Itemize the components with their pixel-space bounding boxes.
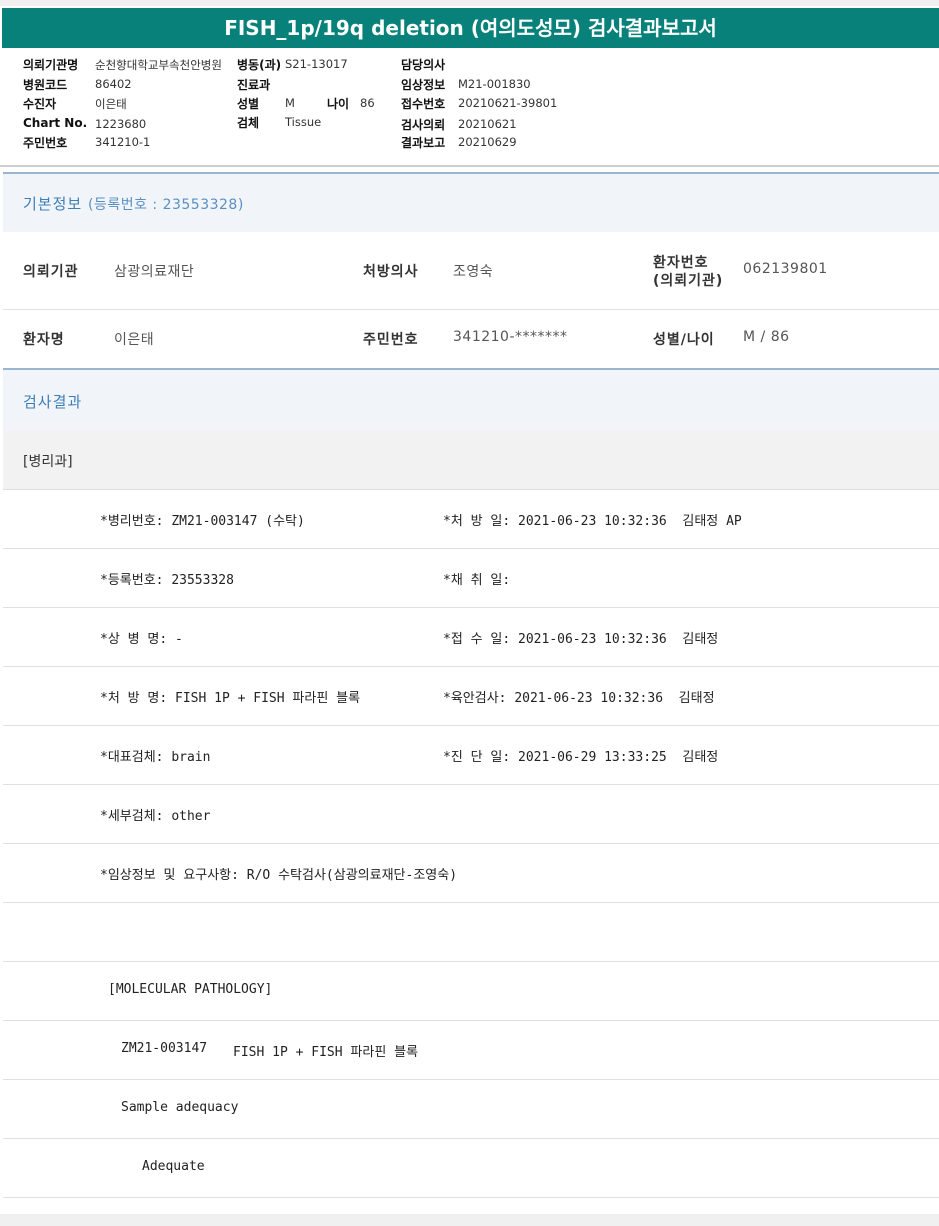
patient-name-value: 이은태 xyxy=(114,332,155,348)
ward-value: S21-13017 xyxy=(285,57,348,71)
header-value: 1223680 xyxy=(95,117,147,131)
basic-info-title: 기본정보 xyxy=(23,195,83,213)
header-label: 주민번호 xyxy=(23,136,68,150)
ward-label: 병동(과) xyxy=(237,58,282,72)
header-label: 검사의뢰 xyxy=(401,118,446,132)
result-right: *육안검사: 2021-06-23 10:32:36 김태정 xyxy=(443,691,715,706)
result-right: *채 취 일: xyxy=(443,573,511,588)
result-row: *임상정보 및 요구사항: R/O 수탁검사(삼광의료재단-조영숙) xyxy=(3,844,939,903)
molecular-pathology-row: [MOLECULAR PATHOLOGY] xyxy=(3,962,939,1021)
referral-institution-label: 의뢰기관 xyxy=(23,264,79,280)
resident-number-label: 주민번호 xyxy=(363,332,419,348)
header-value: 20210621-39801 xyxy=(458,96,558,110)
basic-info-row-1: 의뢰기관 삼광의료재단 처방의사 조영숙 환자번호 (의뢰기관) 0621398… xyxy=(3,232,939,310)
blank-row xyxy=(3,903,939,962)
sample-adequacy-value: Adequate xyxy=(142,1159,205,1174)
result-row: *등록번호: 23553328 *채 취 일: xyxy=(3,549,939,608)
bottom-strip xyxy=(0,1214,939,1226)
sex-age-value: M / 86 xyxy=(743,329,790,345)
sex-label: 성별 xyxy=(237,97,260,111)
molecular-test-id: ZM21-003147 xyxy=(121,1041,208,1056)
result-row: *대표검체: brain *진 단 일: 2021-06-29 13:33:25… xyxy=(3,726,939,785)
header-value: 이은태 xyxy=(95,97,127,111)
sample-adequacy-label: Sample adequacy xyxy=(121,1100,239,1115)
basic-info-header: 기본정보 (등록번호 : 23553328) xyxy=(3,172,939,232)
basic-info-row-2: 환자명 이은태 주민번호 341210-******* 성별/나이 M / 86 xyxy=(3,310,939,367)
result-header: 검사결과 xyxy=(3,368,939,432)
specimen-label: 검체 xyxy=(237,116,260,130)
header-label: 임상정보 xyxy=(401,78,446,92)
header-label: 의뢰기관명 xyxy=(23,58,79,72)
result-row: *병리번호: ZM21-003147 (수탁) *처 방 일: 2021-06-… xyxy=(3,490,939,549)
patient-name-label: 환자명 xyxy=(23,332,65,348)
result-left: *대표검체: brain xyxy=(100,750,211,765)
result-left: *임상정보 및 요구사항: R/O 수탁검사(삼광의료재단-조영숙) xyxy=(100,868,458,883)
result-right: *접 수 일: 2021-06-23 10:32:36 김태정 xyxy=(443,632,719,647)
sex-value: M xyxy=(285,96,295,110)
sample-adequacy-row: Sample adequacy xyxy=(3,1080,939,1139)
result-right: *진 단 일: 2021-06-29 13:33:25 김태정 xyxy=(443,750,719,765)
adequacy-value-row: Adequate xyxy=(3,1139,939,1198)
header-label: 병원코드 xyxy=(23,78,68,92)
header-value: 20210629 xyxy=(458,135,517,149)
header-value: 20210621 xyxy=(458,117,517,131)
patient-number-label: 환자번호 xyxy=(653,255,709,271)
report-header: 의뢰기관명 순천향대학교부속천안병원 병원코드 86402 수진자 이은태 Ch… xyxy=(0,50,939,167)
result-title: 검사결과 xyxy=(23,393,83,411)
resident-number-value: 341210-******* xyxy=(453,329,568,345)
result-left: *세부검체: other xyxy=(100,809,211,824)
header-value: M21-001830 xyxy=(458,77,531,91)
top-strip xyxy=(0,0,939,6)
prescriber-value: 조영숙 xyxy=(453,264,494,280)
registration-number: (등록번호 : 23553328) xyxy=(87,197,244,213)
molecular-test-row: ZM21-003147 FISH 1P + FISH 파라핀 블록 xyxy=(3,1021,939,1080)
header-value: 순천향대학교부속천안병원 xyxy=(95,58,222,72)
header-value: 86402 xyxy=(95,77,132,91)
prescriber-label: 처방의사 xyxy=(363,264,419,280)
molecular-pathology-heading: [MOLECULAR PATHOLOGY] xyxy=(108,982,273,997)
header-value: 341210-1 xyxy=(95,135,151,149)
header-label: 결과보고 xyxy=(401,136,446,150)
result-left: *병리번호: ZM21-003147 (수탁) xyxy=(100,514,305,529)
department-label: 진료과 xyxy=(237,78,271,92)
age-value: 86 xyxy=(360,96,375,110)
header-label: 접수번호 xyxy=(401,97,446,111)
result-left: *상 병 명: - xyxy=(100,632,183,647)
header-label: 담당의사 xyxy=(401,58,446,72)
header-label: Chart No. xyxy=(23,116,88,130)
specimen-value: Tissue xyxy=(285,115,322,129)
referral-institution-value: 삼광의료재단 xyxy=(114,264,195,280)
department-label: [병리과] xyxy=(23,454,73,470)
result-row: *상 병 명: - *접 수 일: 2021-06-23 10:32:36 김태… xyxy=(3,608,939,667)
patient-number-value: 062139801 xyxy=(743,261,828,277)
molecular-test-name: FISH 1P + FISH 파라핀 블록 xyxy=(233,1045,419,1060)
result-left: *처 방 명: FISH 1P + FISH 파라핀 블록 xyxy=(100,691,361,706)
department-row: [병리과] xyxy=(3,431,939,490)
report-title: FISH_1p/19q deletion (여의도성모) 검사결과보고서 xyxy=(2,8,939,48)
age-label: 나이 xyxy=(327,97,350,111)
result-left: *등록번호: 23553328 xyxy=(100,573,234,588)
result-right: *처 방 일: 2021-06-23 10:32:36 김태정 AP xyxy=(443,514,742,529)
sex-age-label: 성별/나이 xyxy=(653,332,715,348)
result-row: *처 방 명: FISH 1P + FISH 파라핀 블록 *육안검사: 202… xyxy=(3,667,939,726)
header-label: 수진자 xyxy=(23,97,57,111)
result-row: *세부검체: other xyxy=(3,785,939,844)
patient-number-sublabel: (의뢰기관) xyxy=(653,273,724,289)
